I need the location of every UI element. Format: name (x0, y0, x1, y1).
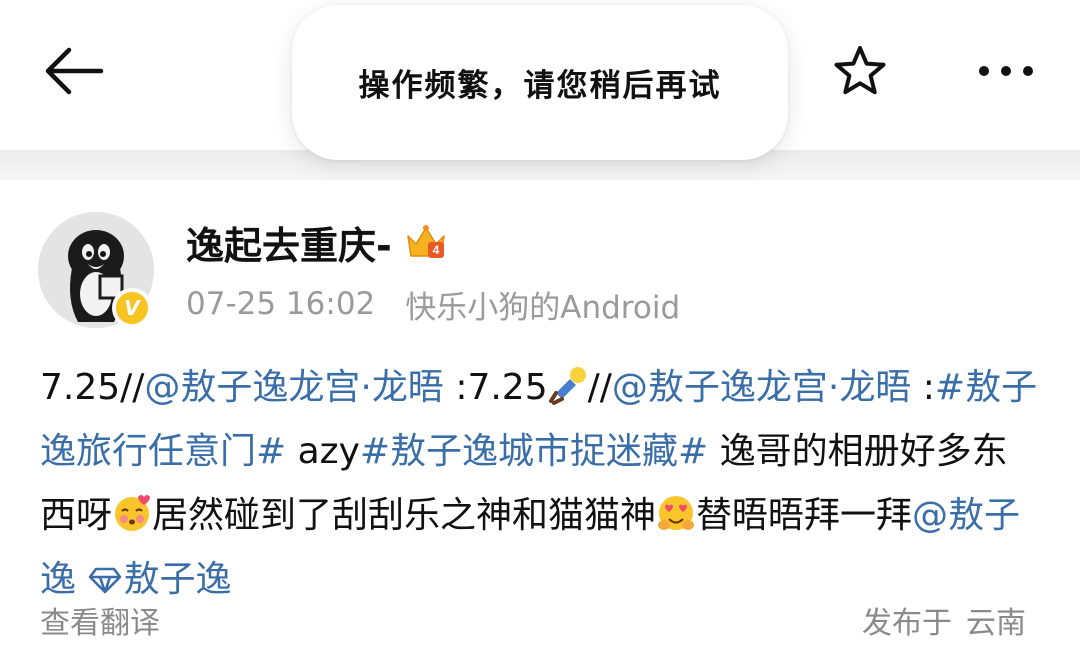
text-segment: 居然碰到了刮刮乐之神和猫猫神 (152, 495, 657, 536)
blushing-kiss-emoji (115, 495, 151, 531)
verified-v-icon: V (112, 288, 152, 328)
heart-eyes-emoji (658, 496, 695, 530)
svg-text:4: 4 (432, 243, 439, 257)
toast-notification: 操作频繁，请您稍后再试 (292, 5, 788, 160)
text-segment: :7.25 (443, 367, 548, 408)
post-meta: 07-25 16:02 快乐小狗的Android (186, 282, 680, 326)
topic-link[interactable]: #敖子逸城市捉迷藏# (360, 431, 708, 472)
diamond-icon (89, 567, 122, 594)
superchat-link[interactable]: 敖子逸 (87, 559, 231, 600)
doll-emoji (548, 367, 586, 405)
text-segment: 7.25// (40, 367, 145, 408)
mention-link[interactable]: @敖子逸龙宫·龙晤 (612, 367, 911, 408)
post-location: 发布于 云南 (862, 598, 1026, 642)
location-name: 云南 (966, 606, 1026, 641)
arrow-left-icon (45, 47, 104, 95)
author-row: 逸起去重庆- 4 (186, 214, 448, 270)
superchat-label: 敖子逸 (123, 559, 232, 600)
verified-letter: V (124, 296, 140, 320)
mention-link[interactable]: @敖子逸龙宫·龙晤 (144, 367, 443, 408)
translate-link[interactable]: 查看翻译 (40, 598, 160, 642)
more-options-button[interactable] (966, 36, 1046, 106)
text-segment: azy (286, 431, 360, 472)
crown-level-icon[interactable]: 4 (404, 222, 448, 262)
post-time: 07-25 16:02 (186, 286, 376, 322)
favorite-button[interactable] (824, 36, 896, 106)
toast-message: 操作频繁，请您稍后再试 (358, 68, 722, 104)
text-segment: 替晤晤拜一拜 (696, 495, 913, 536)
location-prefix: 发布于 (862, 606, 952, 641)
more-dots-icon (979, 66, 1033, 76)
star-outline-icon (834, 46, 886, 95)
author-name[interactable]: 逸起去重庆- (186, 215, 392, 270)
text-segment: // (587, 367, 612, 408)
back-button[interactable] (36, 36, 112, 106)
text-segment: : (911, 367, 935, 408)
post-source: 快乐小狗的Android (405, 289, 681, 326)
post-text: 7.25//@敖子逸龙宫·龙晤 :7.25//@敖子逸龙宫·龙晤 :#敖子逸旅行… (40, 356, 1040, 612)
